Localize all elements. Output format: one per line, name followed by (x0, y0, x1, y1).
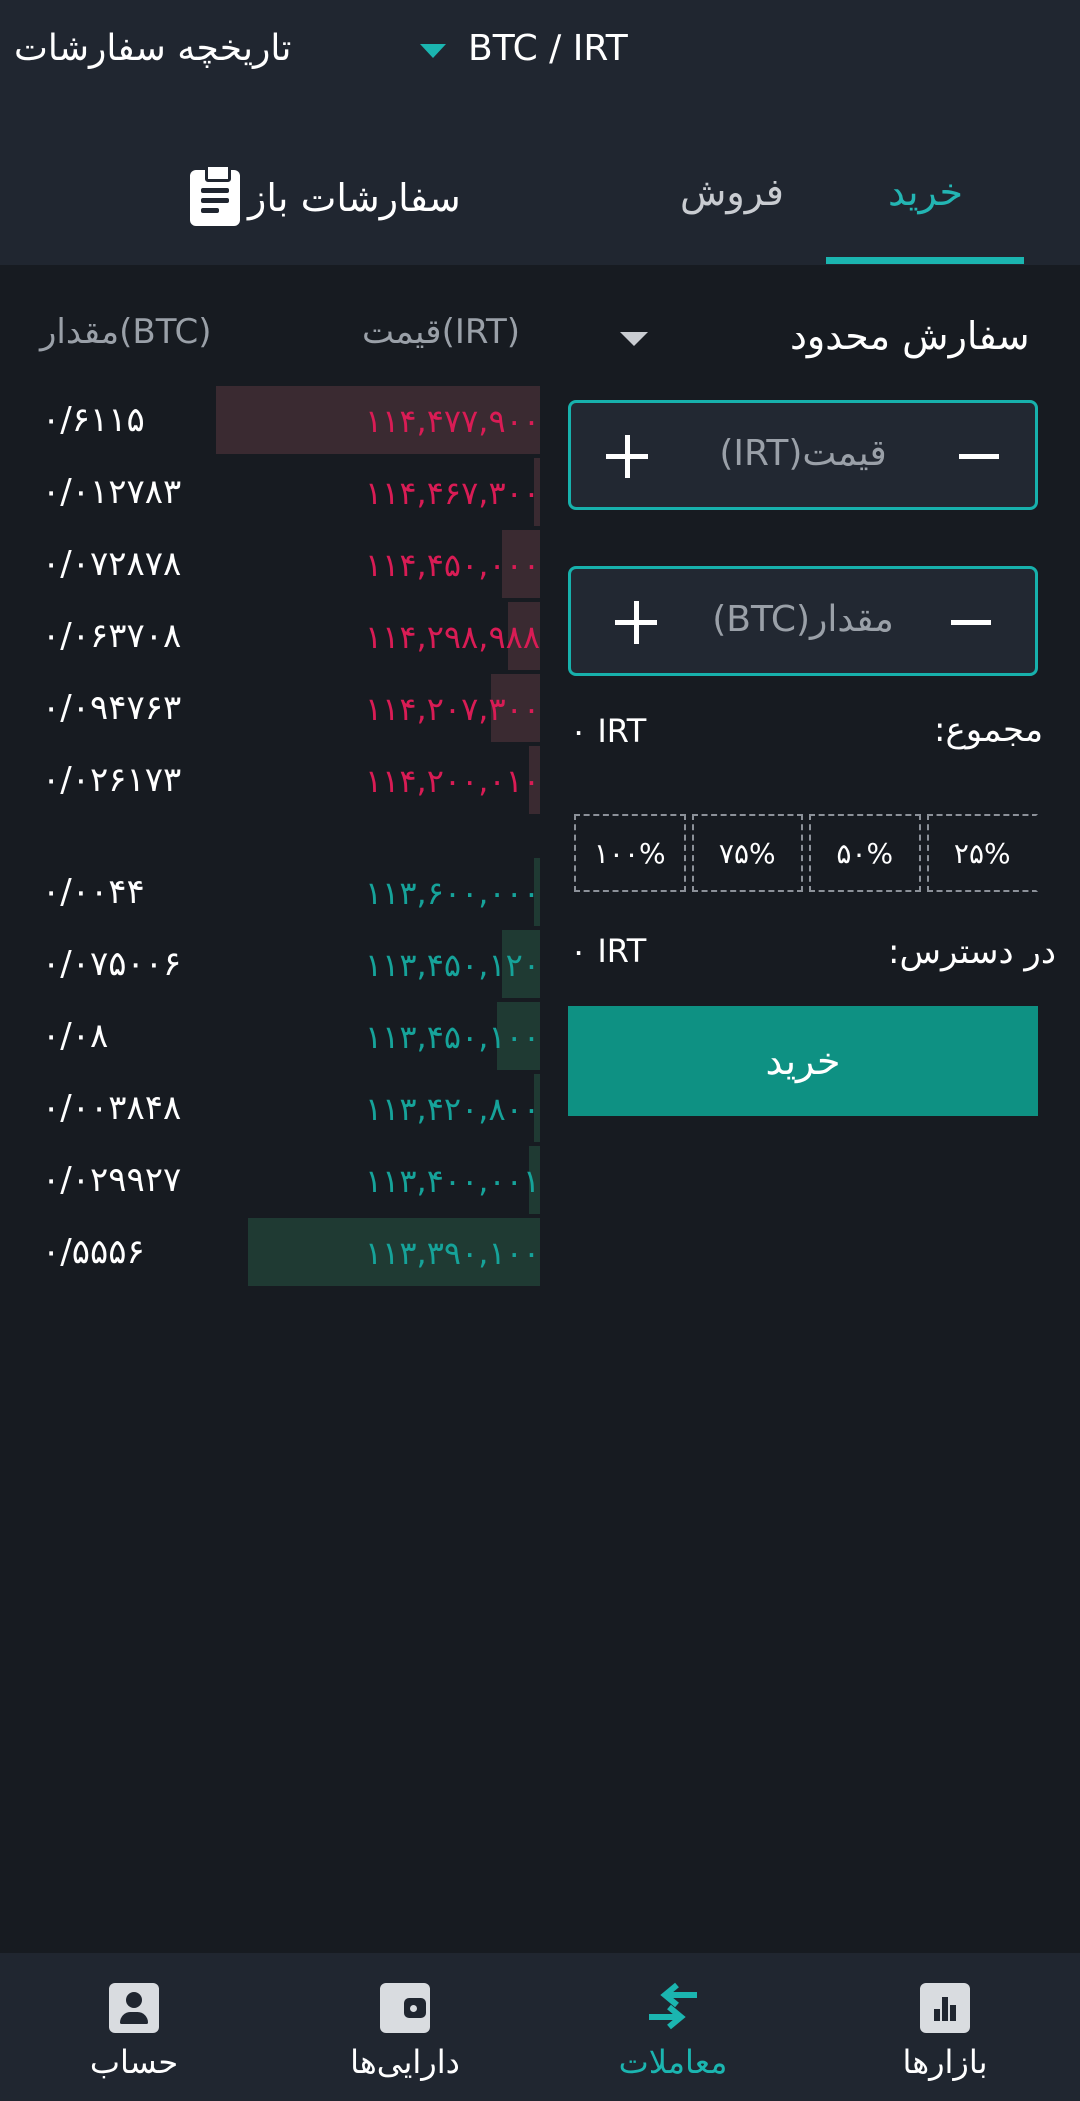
percent-50-button[interactable]: ۵۰% (809, 814, 921, 892)
orderbook-price-header: قیمت(IRT) (362, 312, 521, 352)
bid-row[interactable]: ۰/۰۰۳۸۴۸ ۱۱۳,۴۲۰,۸۰۰ (0, 1074, 540, 1142)
price-field[interactable]: قیمت(IRT) (568, 400, 1038, 510)
nav-markets[interactable]: بازارها (845, 1953, 1045, 2101)
ask-row[interactable]: ۰/۶۱۱۵ ۱۱۴,۴۷۷,۹۰۰ (0, 386, 540, 454)
bid-row[interactable]: ۰/۰۸ ۱۱۳,۴۵۰,۱۰۰ (0, 1002, 540, 1070)
wallet-icon (380, 1983, 430, 2033)
ask-price: ۱۱۴,۴۵۰,۰۰۰ (364, 546, 540, 584)
top-bar: تاریخچه سفارشات BTC / IRT خرید فروش سفار… (0, 0, 1080, 265)
nav-markets-label: بازارها (902, 2043, 988, 2081)
percent-25-button[interactable]: ۲۵% (926, 814, 1038, 892)
bid-price: ۱۱۳,۴۵۰,۱۰۰ (364, 1018, 540, 1056)
available-label: در دسترس: (888, 932, 1056, 972)
percent-100-button[interactable]: ۱۰۰% (574, 814, 686, 892)
tab-indicator (826, 257, 1024, 264)
percent-75-button[interactable]: ۷۵% (691, 814, 803, 892)
ask-price: ۱۱۴,۴۷۷,۹۰۰ (364, 402, 540, 440)
ask-price: ۱۱۴,۲۰۷,۳۰۰ (364, 690, 540, 728)
bottom-nav: حساب دارایی‌ها معاملات بازارها (0, 1953, 1080, 2101)
pair-label: BTC / IRT (468, 28, 628, 69)
minus-icon[interactable] (951, 620, 991, 625)
clipboard-icon (190, 164, 240, 226)
total-label: مجموع: (934, 710, 1044, 750)
tab-open-orders[interactable]: سفارشات باز (190, 164, 461, 226)
minus-icon[interactable] (959, 454, 999, 459)
ask-price: ۱۱۴,۲۰۰,۰۱۰ (364, 762, 540, 800)
ask-price: ۱۱۴,۴۶۷,۳۰۰ (364, 474, 540, 512)
chevron-down-icon[interactable] (620, 332, 648, 346)
bid-price: ۱۱۳,۴۰۰,۰۰۱ (364, 1162, 540, 1200)
bid-price: ۱۱۳,۴۲۰,۸۰۰ (364, 1090, 540, 1128)
total-value: ۰ IRT (570, 712, 647, 750)
amount-field[interactable]: مقدار(BTC) (568, 566, 1038, 676)
ask-row[interactable]: ۰/۰۹۴۷۶۳ ۱۱۴,۲۰۷,۳۰۰ (0, 674, 540, 742)
nav-trades-label: معاملات (618, 2043, 728, 2081)
bid-qty: ۰/۰۰۳۸۴۸ (42, 1088, 182, 1128)
ask-qty: ۰/۰۲۶۱۷۳ (42, 760, 182, 800)
bid-price: ۱۱۳,۴۵۰,۱۲۰ (364, 946, 540, 984)
buy-button[interactable]: خرید (568, 1006, 1038, 1116)
bid-row[interactable]: ۰/۰۲۹۹۲۷ ۱۱۳,۴۰۰,۰۰۱ (0, 1146, 540, 1214)
nav-assets[interactable]: دارایی‌ها (305, 1953, 505, 2101)
pair-selector[interactable]: BTC / IRT (420, 28, 628, 69)
person-icon (109, 1983, 159, 2033)
available-value: ۰ IRT (570, 932, 647, 970)
bid-price: ۱۱۳,۳۹۰,۱۰۰ (364, 1234, 540, 1272)
nav-account-label: حساب (89, 2043, 179, 2081)
open-orders-label: سفارشات باز (248, 176, 461, 220)
orderbook-qty-header: مقدار(BTC) (40, 312, 212, 352)
ask-qty: ۰/۰۶۳۷۰۸ (42, 616, 182, 656)
bid-row[interactable]: ۰/۵۵۵۶ ۱۱۳,۳۹۰,۱۰۰ (0, 1218, 540, 1286)
bid-qty: ۰/۰۸ (42, 1016, 109, 1056)
swap-arrows-icon (649, 1982, 697, 2030)
ask-qty: ۰/۶۱۱۵ (42, 400, 145, 440)
order-type-select[interactable]: سفارش محدود (790, 314, 1030, 358)
bid-row[interactable]: ۰/۰۰۴۴ ۱۱۳,۶۰۰,۰۰۰ (0, 858, 540, 926)
percent-selector: ۱۰۰% ۷۵% ۵۰% ۲۵% (574, 814, 1038, 892)
tab-buy[interactable]: خرید (888, 170, 963, 214)
dropdown-triangle-icon (420, 43, 446, 58)
bid-price: ۱۱۳,۶۰۰,۰۰۰ (364, 874, 540, 912)
ask-qty: ۰/۰۹۴۷۶۳ (42, 688, 182, 728)
nav-assets-label: دارایی‌ها (350, 2043, 460, 2081)
nav-trades[interactable]: معاملات (573, 1953, 773, 2101)
ask-qty: ۰/۰۷۲۸۷۸ (42, 544, 182, 584)
bid-qty: ۰/۰۰۴۴ (42, 872, 145, 912)
bid-row[interactable]: ۰/۰۷۵۰۰۶ ۱۱۳,۴۵۰,۱۲۰ (0, 930, 540, 998)
bid-qty: ۰/۰۷۵۰۰۶ (42, 944, 182, 984)
bid-qty: ۰/۰۲۹۹۲۷ (42, 1160, 182, 1200)
nav-account[interactable]: حساب (34, 1953, 234, 2101)
ask-row[interactable]: ۰/۰۱۲۷۸۳ ۱۱۴,۴۶۷,۳۰۰ (0, 458, 540, 526)
bid-qty: ۰/۵۵۵۶ (42, 1232, 145, 1272)
ask-qty: ۰/۰۱۲۷۸۳ (42, 472, 182, 512)
order-history-link[interactable]: تاریخچه سفارشات (14, 28, 291, 69)
tab-sell[interactable]: فروش (680, 170, 784, 214)
ask-price: ۱۱۴,۲۹۸,۹۸۸ (364, 618, 540, 656)
ask-row[interactable]: ۰/۰۷۲۸۷۸ ۱۱۴,۴۵۰,۰۰۰ (0, 530, 540, 598)
ask-row[interactable]: ۰/۰۶۳۷۰۸ ۱۱۴,۲۹۸,۹۸۸ (0, 602, 540, 670)
ask-row[interactable]: ۰/۰۲۶۱۷۳ ۱۱۴,۲۰۰,۰۱۰ (0, 746, 540, 814)
bar-chart-icon (920, 1983, 970, 2033)
